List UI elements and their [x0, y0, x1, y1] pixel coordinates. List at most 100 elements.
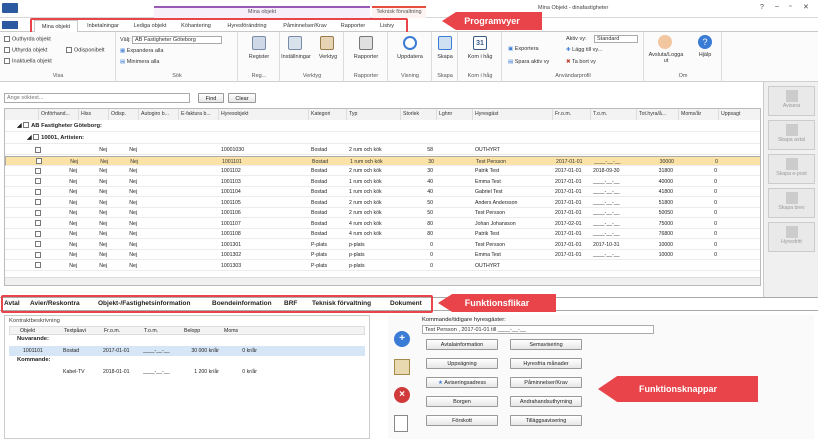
- andrahandsuthyrning-button[interactable]: Andrahandsuthyrning: [510, 396, 582, 407]
- col-hiss[interactable]: Hiss: [79, 109, 109, 120]
- table-row[interactable]: Nej Nej Nej 1001104 Bostad 1 rum och kök 40 Gab…: [5, 187, 760, 197]
- col-odisp[interactable]: Odisp.: [109, 109, 139, 120]
- avtalainformation-button[interactable]: Avtalainformation: [426, 339, 498, 350]
- installningar-button[interactable]: Inställningar: [280, 54, 312, 60]
- skapa-avtal-button[interactable]: Skapa avtal: [768, 120, 815, 150]
- close-icon[interactable]: ✕: [803, 3, 809, 11]
- expand-all-button[interactable]: ▦ Expandera alla: [120, 48, 163, 54]
- table-row[interactable]: Nej Nej Nej 1001107 Bostad 4 rum och kök 80 Joh…: [5, 219, 760, 229]
- kontrakt-row-2[interactable]: Kabel-TV 2018-01-01 ____-__-__ 1 200 kr/…: [9, 367, 365, 377]
- col-autogiro[interactable]: Autogiro b...: [139, 109, 179, 120]
- delete-icon: ✖: [566, 59, 571, 65]
- register-button[interactable]: Register: [238, 54, 280, 60]
- aviseringsadress-button[interactable]: ★ Aviseringsadress: [426, 377, 498, 388]
- tillaggsavisering-button[interactable]: Tilläggsavisering: [510, 415, 582, 426]
- skapa-brev-button[interactable]: Skapa brev: [768, 188, 815, 218]
- edit-icon[interactable]: [394, 359, 410, 375]
- borgen-button[interactable]: Borgen: [426, 396, 498, 407]
- table-row[interactable]: Nej Nej Nej 1001303 P-plats p-plats 0 OUTHYRT: [5, 261, 760, 271]
- checkbox-outhyrda[interactable]: Outhyrda objekt: [4, 36, 51, 42]
- forskott-button[interactable]: Förskott: [426, 415, 498, 426]
- checkbox-uthyrda[interactable]: Uthyrda objekt: [4, 47, 47, 53]
- col-storlek[interactable]: Storlek: [401, 109, 437, 120]
- col-kategori[interactable]: Kategori: [309, 109, 347, 120]
- verktyg-button[interactable]: Verktyg: [312, 54, 344, 60]
- delete-icon[interactable]: ×: [394, 387, 410, 403]
- col-moms[interactable]: Moms/år: [679, 109, 719, 120]
- col-select[interactable]: [5, 109, 39, 120]
- avsluta-button[interactable]: Avsluta/Logga ut: [646, 52, 686, 64]
- ta-bort-vy-button[interactable]: ✖ Ta bort vy: [566, 59, 596, 65]
- lagg-till-vy-button[interactable]: ✚ Lägg till vy...: [566, 47, 602, 53]
- file-menu-button[interactable]: [2, 21, 18, 29]
- table-row[interactable]: Nej Nej Nej 1001103 Bostad 1 rum och kök 40 Emm…: [5, 177, 760, 187]
- cell-from: 2017-01-01: [555, 210, 582, 216]
- search-input[interactable]: [4, 93, 190, 103]
- fastighet-select[interactable]: AB Fastigheter Göteborg: [132, 36, 222, 44]
- uppsagning-button[interactable]: Uppsägning: [426, 358, 498, 369]
- restore-icon[interactable]: ▫: [789, 3, 791, 10]
- table-row[interactable]: Nej Nej Nej 1001102 Bostad 2 rum och kök 30 Pat…: [5, 166, 760, 176]
- col-uppsagt[interactable]: Uppsagt: [719, 109, 760, 120]
- table-row[interactable]: Nej Nej Nej 1001108 Bostad 4 rum och kök 80 Pat…: [5, 229, 760, 239]
- hyresgaster-select[interactable]: Test Persson , 2017-01-01 till ____-__-_…: [422, 325, 654, 334]
- rapporter-button[interactable]: Rapporter: [344, 54, 388, 60]
- col-lghnr[interactable]: Lghnr: [437, 109, 473, 120]
- cell-hiss: Nej: [99, 231, 107, 237]
- col-from[interactable]: Fr.o.m.: [553, 109, 591, 120]
- table-row[interactable]: Nej Nej 10001030 Bostad 2 rum och kök 58 OUTHY…: [5, 145, 760, 155]
- col-tothyra[interactable]: Tot.hyra/å...: [637, 109, 679, 120]
- cell-hg: Emma Test: [475, 252, 501, 258]
- hyresfritt-button[interactable]: Hyresfritt: [768, 222, 815, 252]
- find-button[interactable]: Find: [198, 93, 224, 103]
- table-row[interactable]: Nej Nej Nej 1001106 Bostad 2 rum och kök 50 Tes…: [5, 208, 760, 218]
- subgroup-label: 10001, Artisten:: [41, 135, 85, 141]
- horizontal-scrollbar[interactable]: [5, 277, 760, 285]
- avisera-button[interactable]: Avisera: [768, 86, 815, 116]
- komihag-button[interactable]: Kom i håg: [458, 54, 502, 60]
- cell-from: 2017-01-01: [556, 158, 583, 165]
- calendar-icon: 31: [473, 36, 487, 50]
- aktiv-vy-select[interactable]: Standard: [594, 35, 638, 43]
- document-icon[interactable]: [394, 415, 408, 432]
- exportera-button[interactable]: ▣ Exportera: [508, 46, 539, 52]
- cell-moms: 0: [714, 252, 717, 258]
- cell-obj: 1001104: [221, 189, 241, 195]
- help-icon[interactable]: ?: [760, 4, 764, 11]
- kontrakt-row-1[interactable]: 1001101 Bostad 2017-01-01 ____-__-__ 30 …: [9, 346, 365, 356]
- hjalp-button[interactable]: Hjälp: [690, 52, 720, 58]
- table-row[interactable]: Nej Nej Nej 1001101 Bostad 1 rum och kök 30 Tes…: [5, 155, 760, 166]
- semavisering-button[interactable]: Semavisering: [510, 339, 582, 350]
- clear-button[interactable]: Clear: [228, 93, 256, 103]
- paminnelser-krav-button[interactable]: Påminnelser/Krav: [510, 377, 582, 388]
- app-menu-icon[interactable]: [2, 3, 18, 13]
- cell-typ: p-plats: [349, 262, 365, 269]
- table-row[interactable]: Nej Nej Nej 1001301 P-plats p-plats 0 Test Pers…: [5, 240, 760, 250]
- ftabs-highlight: [1, 295, 433, 313]
- nuvarande-group[interactable]: Nuvarande:: [17, 336, 49, 342]
- subgroup-row[interactable]: ◢ 10001, Artisten:: [5, 133, 760, 144]
- col-tom[interactable]: T.o.m.: [591, 109, 637, 120]
- cell-kat: Bostad: [311, 220, 328, 227]
- group-row[interactable]: ◢ AB Fastigheter Göteborg:: [5, 121, 760, 132]
- collapse-all-button[interactable]: ▤ Minimera alla: [120, 59, 159, 65]
- col-hyresobjekt[interactable]: Hyresobjekt: [219, 109, 309, 120]
- col-hyresgast[interactable]: Hyresgäst: [473, 109, 553, 120]
- col-onforhand[interactable]: Onförhand...: [39, 109, 79, 120]
- table-row[interactable]: Nej Nej Nej 1001105 Bostad 2 rum och kök 50 And…: [5, 198, 760, 208]
- minimize-icon[interactable]: –: [775, 3, 779, 10]
- kommande-group[interactable]: Kommande:: [17, 357, 51, 363]
- skapa-button[interactable]: Skapa: [432, 54, 458, 60]
- skapa-epost-button[interactable]: Skapa e-post: [768, 154, 815, 184]
- col-efaktura[interactable]: E-faktura b...: [179, 109, 219, 120]
- spara-vy-button[interactable]: ▤ Spara aktiv vy: [508, 59, 549, 65]
- uppdatera-button[interactable]: Uppdatera: [388, 54, 432, 60]
- cell-kat: Bostad: [311, 147, 328, 153]
- checkbox-odisponibelt[interactable]: Odisponibelt: [66, 47, 105, 53]
- col-typ[interactable]: Typ: [347, 109, 401, 120]
- export-icon: ▣: [508, 46, 514, 52]
- hyresfria-manader-button[interactable]: Hyresfria månader: [510, 358, 582, 369]
- checkbox-inaktuella[interactable]: Inaktuella objekt: [4, 58, 52, 64]
- table-row[interactable]: Nej Nej Nej 1001302 P-plats p-plats 0 Emma Test…: [5, 250, 760, 260]
- add-icon[interactable]: +: [394, 331, 410, 347]
